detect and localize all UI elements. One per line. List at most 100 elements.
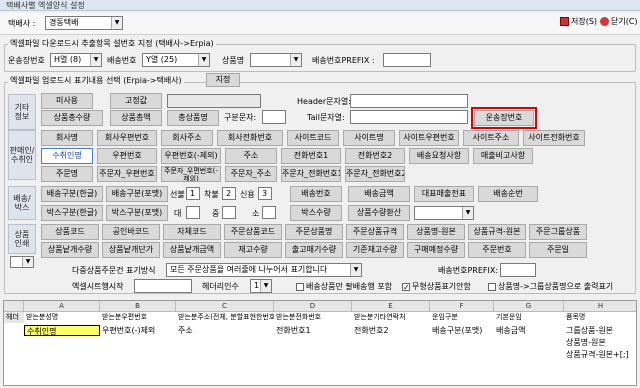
grid-cell[interactable] — [430, 337, 494, 348]
checkbox-icon[interactable] — [402, 281, 410, 294]
grid-cell[interactable] — [24, 349, 100, 360]
box-small-input[interactable] — [262, 206, 276, 219]
excel-start-input[interactable] — [134, 279, 192, 293]
seller-field-button[interactable]: 회사우편번호 — [97, 130, 157, 146]
seller-field-button[interactable]: 사이트주소 — [463, 130, 519, 146]
product-field-button[interactable]: 주문번호 — [468, 242, 526, 258]
product-field-button[interactable]: 구매예정수량 — [407, 242, 465, 258]
prefix-input[interactable] — [383, 53, 431, 67]
fixed-value-input[interactable] — [167, 94, 261, 108]
box-type-format-button[interactable]: 박스구분(포맷) — [106, 205, 168, 221]
grid-cell[interactable] — [176, 337, 274, 348]
grid-cell[interactable]: 상품규격-원본+[;] — [564, 349, 636, 360]
seller-field-button[interactable]: 매출비고사항 — [473, 148, 533, 164]
seller-field-button[interactable]: 회사주소 — [161, 130, 213, 146]
grid-cell[interactable] — [274, 337, 352, 348]
delivery-seq-button[interactable]: 배송순번 — [478, 186, 538, 202]
multi-order-select[interactable]: 모든 주문상품을 여러줄에 나누어서 표기합니다 ▼ — [166, 263, 362, 277]
seller-field-button[interactable]: 회사명 — [41, 130, 93, 146]
grid-cell[interactable] — [24, 337, 100, 348]
option-check3[interactable]: 상품명->그룹상품명으로 출력표기 — [488, 280, 613, 293]
qty-convert-select[interactable]: ▼ — [414, 206, 474, 220]
product-field-button[interactable]: 출고매기수량 — [285, 242, 343, 258]
seller-field-button[interactable]: 사이트우편번호 — [399, 130, 459, 146]
product-field-button[interactable]: 상품명-원본 — [407, 224, 465, 240]
grid-cell[interactable]: 우편번호(-)제외 — [100, 325, 176, 336]
box-qty-button[interactable]: 박스수량 — [290, 205, 342, 221]
grid-cell[interactable] — [274, 349, 352, 360]
seller-field-button[interactable]: 주소 — [225, 148, 277, 164]
seller-field-button[interactable]: 주문자_주소 — [225, 166, 277, 182]
prefix2-input[interactable] — [500, 263, 536, 277]
grid-cell[interactable] — [100, 337, 176, 348]
seller-field-button[interactable]: 주문자_전화번호2 — [345, 166, 405, 182]
product-field-button[interactable]: 재고수량 — [224, 242, 282, 258]
product-print-select[interactable]: ▼ — [10, 256, 34, 268]
seller-field-button[interactable]: 주문자_전화번호1 — [281, 166, 341, 182]
save-button[interactable]: 저장(S) — [560, 14, 597, 30]
gubun-input[interactable] — [262, 110, 286, 124]
seller-field-button[interactable]: 주문자_우편번호(-제외) — [161, 166, 221, 182]
grid-cell[interactable]: 상품명-원본 — [564, 337, 636, 348]
seller-field-button[interactable]: 수취인명 — [41, 148, 93, 164]
total-product-name-button[interactable]: 총상품명 — [167, 110, 219, 126]
product-qty-convert-button[interactable]: 상품수량환산 — [348, 205, 410, 221]
product-field-button[interactable]: 상품코드 — [41, 224, 99, 240]
product-field-button[interactable]: 상품낱개단가 — [102, 242, 160, 258]
product-field-button[interactable]: 주문상품코드 — [224, 224, 282, 240]
grid-cell[interactable] — [352, 337, 430, 348]
seller-field-button[interactable]: 사이트전화번호 — [523, 130, 585, 146]
credit-input[interactable]: 3 — [258, 187, 272, 200]
tail-string-input[interactable] — [350, 110, 468, 124]
grid-cell[interactable]: 전화번호1 — [274, 325, 352, 336]
product-field-button[interactable]: 주문그룹상품 — [529, 224, 587, 240]
product-field-button[interactable]: 공인바코드 — [102, 224, 160, 240]
delivery-amount-button[interactable]: 배송금액 — [348, 186, 410, 202]
main-sales-slip-button[interactable]: 대표매출전표 — [414, 186, 474, 202]
checkbox-icon[interactable] — [488, 282, 496, 291]
grid-cell[interactable]: 주소 — [176, 325, 274, 336]
product-field-button[interactable]: 주문상품규격 — [346, 224, 404, 240]
grid-cell[interactable]: 배송구분(포맷) — [430, 325, 494, 336]
product-field-button[interactable]: 주문일 — [529, 242, 587, 258]
option-check2[interactable]: 무형상품표기안함 — [402, 280, 471, 294]
seller-field-button[interactable]: 회사전화번호 — [217, 130, 283, 146]
close-button[interactable]: 닫기(C) — [600, 14, 638, 30]
seller-field-button[interactable]: 배송요청사항 — [409, 148, 469, 164]
seller-field-button[interactable]: 사이트코드 — [287, 130, 339, 146]
checkbox-icon[interactable] — [296, 282, 304, 291]
product-field-button[interactable]: 상품규격-원본 — [468, 224, 526, 240]
header-string-input[interactable] — [350, 94, 468, 108]
product-field-button[interactable]: 기준재고수량 — [346, 242, 404, 258]
waybill-no-select[interactable]: H열 (8) ▼ — [50, 53, 102, 67]
product-field-button[interactable]: 상품낱개수량 — [41, 242, 99, 258]
fixed-value-button[interactable]: 고정값 — [110, 93, 162, 109]
product-field-button[interactable]: 자체코드 — [163, 224, 221, 240]
total-amount-button[interactable]: 상품총액 — [110, 110, 162, 126]
seller-field-button[interactable]: 전화번호1 — [281, 148, 341, 164]
seller-field-button[interactable]: 우편번호(-제외) — [161, 148, 221, 164]
seller-field-button[interactable]: 주문명 — [41, 166, 93, 182]
box-medium-input[interactable] — [222, 206, 236, 219]
box-type-kor-button[interactable]: 박스구분(한글) — [41, 205, 103, 221]
total-qty-button[interactable]: 상품총수량 — [41, 110, 103, 126]
prepaid-input[interactable]: 1 — [186, 187, 200, 200]
delivery-number-button[interactable]: 배송번호 — [290, 186, 342, 202]
grid-cell[interactable]: 배송금액 — [494, 325, 564, 336]
option-check1[interactable]: 배송상품만 팔배송행 포함 — [296, 280, 392, 293]
header-count-select[interactable]: 1 ▼ — [250, 279, 272, 293]
grid-cell[interactable]: 수취인명 — [24, 325, 100, 336]
unused-button[interactable]: 미사용 — [41, 93, 93, 109]
product-field-button[interactable]: 상품낱개금액 — [163, 242, 221, 258]
courier-select[interactable]: 경동택배 ▼ — [45, 16, 123, 30]
grid-cell[interactable]: 그룹상품-원본 — [564, 325, 636, 336]
product-field-button[interactable]: 주문상품명 — [285, 224, 343, 240]
product-name-select[interactable]: ▼ — [250, 53, 302, 67]
seller-field-button[interactable]: 우편번호 — [97, 148, 157, 164]
grid-cell[interactable] — [352, 349, 430, 360]
cod-input[interactable]: 2 — [222, 187, 236, 200]
grid-cell[interactable] — [494, 349, 564, 360]
delivery-no-select[interactable]: Y열 (25) ▼ — [142, 53, 210, 67]
grid-cell[interactable] — [430, 349, 494, 360]
grid-cell[interactable] — [176, 349, 274, 360]
